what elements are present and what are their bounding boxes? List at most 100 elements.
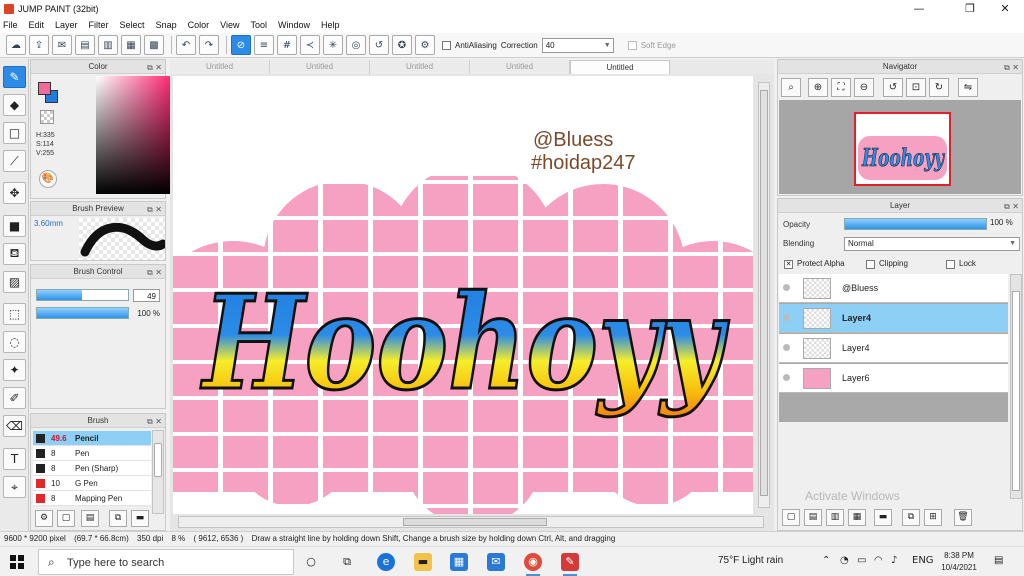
curve-snap-icon[interactable]: ↺ <box>369 35 389 55</box>
undo-icon[interactable]: ↶ <box>176 35 196 55</box>
lasso-tool-icon[interactable]: ◌ <box>3 331 26 353</box>
brush-item[interactable]: 8 Pen (Sharp) <box>33 461 151 476</box>
brush-size-slider[interactable] <box>36 289 129 301</box>
brush-menu-icon[interactable]: ▤ <box>81 510 99 527</box>
scrollbar-thumb[interactable] <box>1012 291 1020 491</box>
brush-item[interactable]: 10 G Pen <box>33 476 151 491</box>
panel-controls-icon[interactable]: ⧉ ✕ <box>1004 200 1019 214</box>
visibility-icon[interactable] <box>783 374 790 381</box>
visibility-icon[interactable] <box>783 344 790 351</box>
chrome-icon[interactable]: ◉ <box>524 553 542 576</box>
taskbar-clock[interactable]: 8:38 PM 10/4/2021 <box>936 550 982 574</box>
select-eraser-icon[interactable]: ⌫ <box>3 415 26 437</box>
visibility-icon[interactable] <box>783 284 790 291</box>
rotate-right-icon[interactable]: ↻ <box>929 78 949 97</box>
menu-select[interactable]: Select <box>120 20 145 30</box>
menu-color[interactable]: Color <box>188 20 210 30</box>
volume-icon[interactable]: ♪ <box>891 555 897 566</box>
menu-help[interactable]: Help <box>321 20 340 30</box>
brush-settings-icon[interactable]: ⚙ <box>35 510 53 527</box>
layer-row[interactable]: Layer4 <box>779 334 1008 363</box>
dropper-tool-icon[interactable]: ⌖ <box>3 476 26 498</box>
new-8bit-layer-icon[interactable]: ▥ <box>826 509 844 526</box>
zoom-in-icon[interactable]: ⊕ <box>808 78 828 97</box>
bucket-tool-icon[interactable]: ⛾ <box>3 243 26 265</box>
visibility-icon[interactable] <box>783 314 790 321</box>
page-icon[interactable]: ▦ <box>121 35 141 55</box>
flip-icon[interactable]: ⇋ <box>958 78 978 97</box>
correction-select[interactable]: 40 ▼ <box>541 37 614 53</box>
menu-layer[interactable]: Layer <box>55 20 78 30</box>
language-indicator[interactable]: ENG <box>912 555 934 566</box>
new-halftone-layer-icon[interactable]: ▦ <box>848 509 866 526</box>
windows-start-icon[interactable] <box>10 555 24 569</box>
antialiasing-checkbox[interactable] <box>442 40 451 50</box>
wifi-icon[interactable]: ◠ <box>874 555 883 566</box>
vanishing-snap-icon[interactable]: ≺ <box>300 35 320 55</box>
brush-size-value[interactable]: 49 <box>133 289 160 302</box>
new-raster-layer-icon[interactable]: ▤ <box>804 509 822 526</box>
cloud-icon[interactable]: ☁ <box>6 35 26 55</box>
trash-icon[interactable]: 🗑 <box>954 509 972 526</box>
menu-snap[interactable]: Snap <box>156 20 177 30</box>
parallel-snap-icon[interactable]: ≡ <box>254 35 274 55</box>
gradient-tool-icon[interactable]: ▨ <box>3 271 26 293</box>
clipping-checkbox[interactable] <box>866 260 875 269</box>
layer-list-scrollbar[interactable] <box>1010 274 1022 499</box>
jump-paint-icon[interactable]: ✎ <box>561 553 579 576</box>
brush-folder-icon[interactable]: ▬ <box>131 510 149 527</box>
shape-snap-icon[interactable]: ✪ <box>392 35 412 55</box>
mail-icon[interactable]: ✉ <box>487 553 505 571</box>
saturation-value-picker[interactable] <box>96 76 176 194</box>
menu-file[interactable]: File <box>3 20 18 30</box>
menu-window[interactable]: Window <box>278 20 310 30</box>
document-icon[interactable]: ▥ <box>98 35 118 55</box>
layer-row[interactable]: @Bluess <box>779 274 1008 303</box>
fit-screen-icon[interactable]: ⛶ <box>831 78 851 97</box>
menu-edit[interactable]: Edit <box>29 20 45 30</box>
zoom-icon[interactable]: ⌕ <box>781 78 801 97</box>
merge-layer-icon[interactable]: ⊞ <box>924 509 942 526</box>
move-tool-icon[interactable]: ✥ <box>3 182 26 204</box>
message-icon[interactable]: ▤ <box>75 35 95 55</box>
duplicate-layer-icon[interactable]: ⧉ <box>902 509 920 526</box>
snap-settings-icon[interactable]: ⚙ <box>415 35 435 55</box>
text-tool-icon[interactable]: T <box>3 448 26 470</box>
canvas-horizontal-scrollbar[interactable] <box>178 516 764 528</box>
document-tab[interactable]: Untitled <box>170 60 270 74</box>
select-pen-icon[interactable]: ✐ <box>3 387 26 409</box>
new-layer-icon[interactable]: ▢ <box>782 509 800 526</box>
store-icon[interactable]: ▦ <box>450 553 468 571</box>
weather-widget[interactable]: 75°F Light rain <box>718 555 783 566</box>
layer-row[interactable]: Layer6 <box>779 364 1008 393</box>
notifications-icon[interactable]: ▤ <box>994 555 1003 566</box>
opacity-slider[interactable] <box>844 218 987 230</box>
lock-checkbox[interactable] <box>946 260 955 269</box>
document-tab-active[interactable]: Untitled <box>570 60 670 74</box>
redo-icon[interactable]: ↷ <box>199 35 219 55</box>
document-tab[interactable]: Untitled <box>370 60 470 74</box>
brush-item[interactable]: 8 Mapping Pen <box>33 491 151 506</box>
new-folder-icon[interactable]: ▬ <box>874 509 892 526</box>
rotate-left-icon[interactable]: ↺ <box>883 78 903 97</box>
brush-list-scrollbar[interactable] <box>152 430 164 514</box>
scrollbar-thumb[interactable] <box>403 518 547 526</box>
color-picker-icon[interactable]: 🎨 <box>39 170 57 188</box>
concentric-snap-icon[interactable]: ◎ <box>346 35 366 55</box>
magic-wand-icon[interactable]: ✦ <box>3 359 26 381</box>
minimize-button[interactable]: — <box>904 1 934 16</box>
grid-settings-icon[interactable]: ▩ <box>144 35 164 55</box>
layer-row[interactable]: Layer4 <box>779 304 1008 333</box>
canvas-vertical-scrollbar[interactable] <box>758 82 770 508</box>
battery-icon[interactable]: ▭ <box>857 555 866 566</box>
panel-controls-icon[interactable]: ⧉ ✕ <box>147 61 162 75</box>
task-view-icon[interactable]: ⧉ <box>338 553 356 571</box>
brush-item[interactable]: 49.6 Pencil <box>33 431 151 446</box>
document-tab[interactable]: Untitled <box>270 60 370 74</box>
brush-density-slider[interactable] <box>36 307 129 319</box>
new-brush-icon[interactable]: ▢ <box>57 510 75 527</box>
scrollbar-thumb[interactable] <box>760 90 768 496</box>
eraser-tool-icon[interactable]: ◆ <box>3 94 26 116</box>
drawing-canvas[interactable]: @Bluess #hoidap247 Hoohoyy <box>173 76 753 514</box>
chevron-up-icon[interactable]: ⌃ <box>822 555 830 566</box>
